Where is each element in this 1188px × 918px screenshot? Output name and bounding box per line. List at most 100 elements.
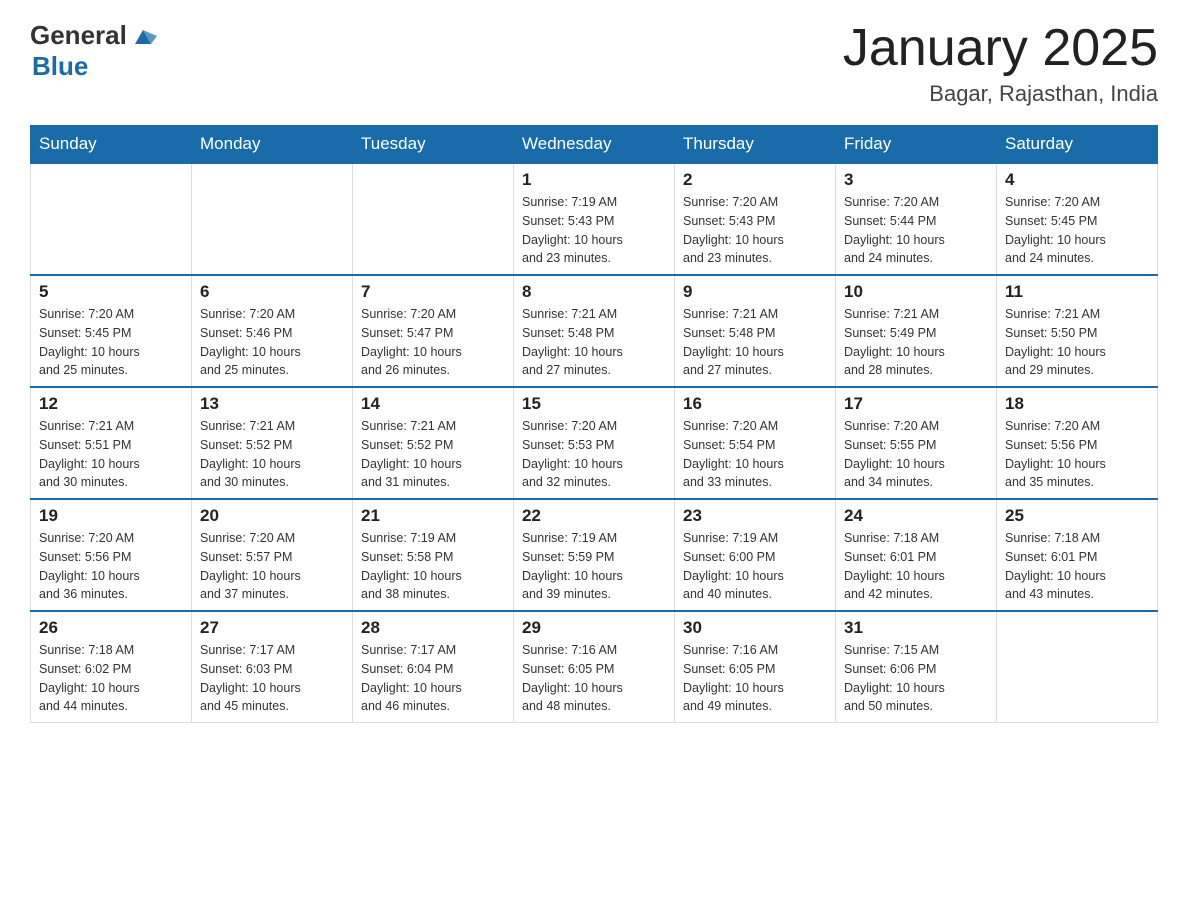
calendar-cell: 21Sunrise: 7:19 AM Sunset: 5:58 PM Dayli…	[353, 499, 514, 611]
day-number: 26	[39, 618, 183, 638]
day-info: Sunrise: 7:20 AM Sunset: 5:46 PM Dayligh…	[200, 305, 344, 380]
day-info: Sunrise: 7:16 AM Sunset: 6:05 PM Dayligh…	[683, 641, 827, 716]
calendar-week-row: 1 Sunrise: 7:19 AM Sunset: 5:43 PM Daylig…	[31, 163, 1158, 275]
day-info: Sunrise: 7:21 AM Sunset: 5:52 PM Dayligh…	[200, 417, 344, 492]
calendar-cell: 8Sunrise: 7:21 AM Sunset: 5:48 PM Daylig…	[514, 275, 675, 387]
day-number: 31	[844, 618, 988, 638]
day-number: 28	[361, 618, 505, 638]
calendar-cell: 2Sunrise: 7:20 AM Sunset: 5:43 PM Daylig…	[675, 163, 836, 275]
calendar-cell: 7 Sunrise: 7:20 AM Sunset: 5:47 PM Daylig…	[353, 275, 514, 387]
day-number: 25	[1005, 506, 1149, 526]
day-number: 21	[361, 506, 505, 526]
calendar-cell: 10 Sunrise: 7:21 AM Sunset: 5:49 PM Dayli…	[836, 275, 997, 387]
day-info: Sunrise: 7:20 AM Sunset: 5:55 PM Dayligh…	[844, 417, 988, 492]
day-info: Sunrise: 7:20 AM Sunset: 5:56 PM Dayligh…	[1005, 417, 1149, 492]
calendar-cell: 27Sunrise: 7:17 AM Sunset: 6:03 PM Dayli…	[192, 611, 353, 723]
day-number: 17	[844, 394, 988, 414]
day-info: Sunrise: 7:20 AM Sunset: 5:56 PM Dayligh…	[39, 529, 183, 604]
calendar-cell	[353, 163, 514, 275]
day-number: 12	[39, 394, 183, 414]
calendar-cell: 24Sunrise: 7:18 AM Sunset: 6:01 PM Dayli…	[836, 499, 997, 611]
logo-icon	[129, 22, 157, 50]
calendar-header-row: SundayMondayTuesdayWednesdayThursdayFrid…	[31, 126, 1158, 164]
calendar-cell: 9 Sunrise: 7:21 AM Sunset: 5:48 PM Daylig…	[675, 275, 836, 387]
logo: General Blue	[30, 20, 157, 82]
calendar-cell	[31, 163, 192, 275]
day-number: 9	[683, 282, 827, 302]
day-number: 30	[683, 618, 827, 638]
calendar-cell: 31 Sunrise: 7:15 AM Sunset: 6:06 PM Dayli…	[836, 611, 997, 723]
day-info: Sunrise: 7:17 AM Sunset: 6:04 PM Dayligh…	[361, 641, 505, 716]
day-number: 14	[361, 394, 505, 414]
calendar-cell: 3 Sunrise: 7:20 AM Sunset: 5:44 PM Daylig…	[836, 163, 997, 275]
day-info: Sunrise: 7:20 AM Sunset: 5:44 PM Dayligh…	[844, 193, 988, 268]
calendar-week-row: 26 Sunrise: 7:18 AM Sunset: 6:02 PM Dayli…	[31, 611, 1158, 723]
day-number: 15	[522, 394, 666, 414]
calendar-cell: 25 Sunrise: 7:18 AM Sunset: 6:01 PM Dayli…	[997, 499, 1158, 611]
day-info: Sunrise: 7:20 AM Sunset: 5:45 PM Dayligh…	[1005, 193, 1149, 268]
day-number: 3	[844, 170, 988, 190]
day-info: Sunrise: 7:21 AM Sunset: 5:48 PM Dayligh…	[522, 305, 666, 380]
day-number: 22	[522, 506, 666, 526]
day-info: Sunrise: 7:19 AM Sunset: 5:43 PM Dayligh…	[522, 193, 666, 268]
day-number: 7	[361, 282, 505, 302]
day-info: Sunrise: 7:18 AM Sunset: 6:01 PM Dayligh…	[1005, 529, 1149, 604]
header-cell-monday: Monday	[192, 126, 353, 164]
day-number: 5	[39, 282, 183, 302]
calendar-cell: 26 Sunrise: 7:18 AM Sunset: 6:02 PM Dayli…	[31, 611, 192, 723]
day-number: 13	[200, 394, 344, 414]
calendar-cell: 19Sunrise: 7:20 AM Sunset: 5:56 PM Dayli…	[31, 499, 192, 611]
calendar-cell: 22 Sunrise: 7:19 AM Sunset: 5:59 PM Dayli…	[514, 499, 675, 611]
day-info: Sunrise: 7:21 AM Sunset: 5:49 PM Dayligh…	[844, 305, 988, 380]
day-info: Sunrise: 7:21 AM Sunset: 5:48 PM Dayligh…	[683, 305, 827, 380]
day-number: 20	[200, 506, 344, 526]
day-number: 6	[200, 282, 344, 302]
calendar-cell: 1 Sunrise: 7:19 AM Sunset: 5:43 PM Daylig…	[514, 163, 675, 275]
calendar-week-row: 5 Sunrise: 7:20 AM Sunset: 5:45 PM Daylig…	[31, 275, 1158, 387]
day-info: Sunrise: 7:20 AM Sunset: 5:47 PM Dayligh…	[361, 305, 505, 380]
calendar-cell: 4 Sunrise: 7:20 AM Sunset: 5:45 PM Daylig…	[997, 163, 1158, 275]
day-info: Sunrise: 7:21 AM Sunset: 5:50 PM Dayligh…	[1005, 305, 1149, 380]
calendar-cell	[997, 611, 1158, 723]
calendar-cell: 20 Sunrise: 7:20 AM Sunset: 5:57 PM Dayli…	[192, 499, 353, 611]
day-number: 10	[844, 282, 988, 302]
day-number: 1	[522, 170, 666, 190]
day-info: Sunrise: 7:15 AM Sunset: 6:06 PM Dayligh…	[844, 641, 988, 716]
day-info: Sunrise: 7:20 AM Sunset: 5:57 PM Dayligh…	[200, 529, 344, 604]
day-info: Sunrise: 7:18 AM Sunset: 6:01 PM Dayligh…	[844, 529, 988, 604]
day-info: Sunrise: 7:19 AM Sunset: 5:59 PM Dayligh…	[522, 529, 666, 604]
day-number: 4	[1005, 170, 1149, 190]
day-info: Sunrise: 7:20 AM Sunset: 5:53 PM Dayligh…	[522, 417, 666, 492]
logo-general: General	[30, 20, 127, 51]
day-number: 11	[1005, 282, 1149, 302]
calendar-table: SundayMondayTuesdayWednesdayThursdayFrid…	[30, 125, 1158, 723]
calendar-cell: 14 Sunrise: 7:21 AM Sunset: 5:52 PM Dayli…	[353, 387, 514, 499]
header-cell-friday: Friday	[836, 126, 997, 164]
header-cell-wednesday: Wednesday	[514, 126, 675, 164]
calendar-cell: 5 Sunrise: 7:20 AM Sunset: 5:45 PM Daylig…	[31, 275, 192, 387]
day-info: Sunrise: 7:19 AM Sunset: 6:00 PM Dayligh…	[683, 529, 827, 604]
page-header: General Blue January 2025 Bagar, Rajasth…	[30, 20, 1158, 107]
calendar-week-row: 19Sunrise: 7:20 AM Sunset: 5:56 PM Dayli…	[31, 499, 1158, 611]
header-cell-sunday: Sunday	[31, 126, 192, 164]
calendar-cell: 18Sunrise: 7:20 AM Sunset: 5:56 PM Dayli…	[997, 387, 1158, 499]
calendar-cell: 12 Sunrise: 7:21 AM Sunset: 5:51 PM Dayli…	[31, 387, 192, 499]
calendar-cell: 11 Sunrise: 7:21 AM Sunset: 5:50 PM Dayli…	[997, 275, 1158, 387]
day-info: Sunrise: 7:16 AM Sunset: 6:05 PM Dayligh…	[522, 641, 666, 716]
calendar-subtitle: Bagar, Rajasthan, India	[843, 81, 1158, 107]
header-cell-tuesday: Tuesday	[353, 126, 514, 164]
day-info: Sunrise: 7:18 AM Sunset: 6:02 PM Dayligh…	[39, 641, 183, 716]
calendar-cell: 13 Sunrise: 7:21 AM Sunset: 5:52 PM Dayli…	[192, 387, 353, 499]
day-info: Sunrise: 7:21 AM Sunset: 5:52 PM Dayligh…	[361, 417, 505, 492]
calendar-week-row: 12 Sunrise: 7:21 AM Sunset: 5:51 PM Dayli…	[31, 387, 1158, 499]
calendar-cell: 30 Sunrise: 7:16 AM Sunset: 6:05 PM Dayli…	[675, 611, 836, 723]
day-info: Sunrise: 7:20 AM Sunset: 5:45 PM Dayligh…	[39, 305, 183, 380]
calendar-cell: 16Sunrise: 7:20 AM Sunset: 5:54 PM Dayli…	[675, 387, 836, 499]
calendar-cell: 15 Sunrise: 7:20 AM Sunset: 5:53 PM Dayli…	[514, 387, 675, 499]
day-info: Sunrise: 7:20 AM Sunset: 5:54 PM Dayligh…	[683, 417, 827, 492]
calendar-cell	[192, 163, 353, 275]
day-number: 23	[683, 506, 827, 526]
title-block: January 2025 Bagar, Rajasthan, India	[843, 20, 1158, 107]
day-info: Sunrise: 7:21 AM Sunset: 5:51 PM Dayligh…	[39, 417, 183, 492]
calendar-cell: 17 Sunrise: 7:20 AM Sunset: 5:55 PM Dayli…	[836, 387, 997, 499]
